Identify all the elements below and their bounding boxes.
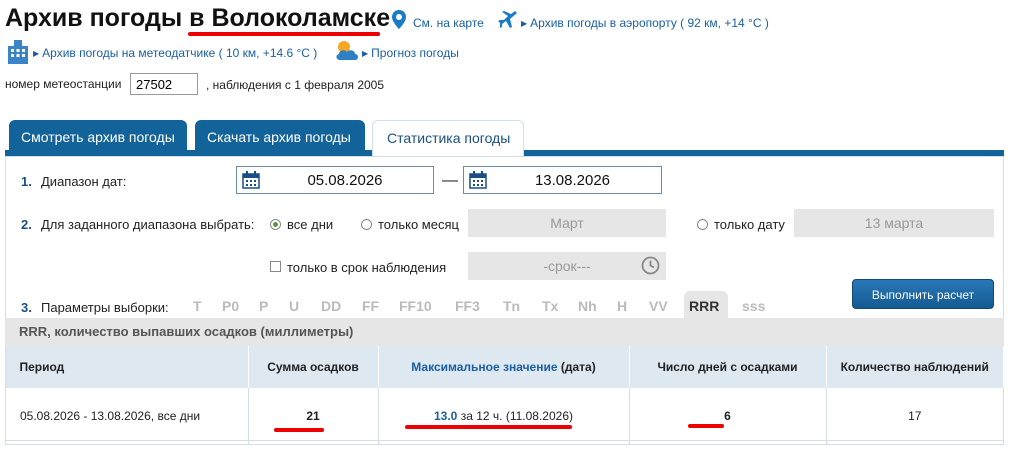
step-1-number: 1.	[21, 174, 32, 189]
observations-since: , наблюдения с 1 февраля 2005	[206, 78, 385, 92]
cell-period-text: 05.08.2026 - 13.08.2026, все дни	[20, 409, 201, 423]
airport-archive-link[interactable]: ▶ Архив погоды в аэропорту ( 92 км, +14 °…	[521, 16, 769, 30]
cell-sum: 21	[248, 388, 379, 445]
radio-only-date-label[interactable]: только дату	[714, 217, 785, 232]
date-to-field[interactable]: 13.08.2026	[463, 166, 662, 194]
sensor-archive-link-text: Архив погоды на метеодатчике ( 10 км, +1…	[42, 46, 318, 60]
param-vv[interactable]: VV	[649, 298, 668, 314]
triangle-right-icon: ▶	[33, 49, 40, 58]
col-sum: Сумма осадков	[248, 346, 379, 388]
step-3-number: 3.	[21, 300, 32, 315]
param-rrr[interactable]: RRR	[689, 298, 719, 314]
sun-cloud-icon	[336, 41, 358, 60]
radio-only-date[interactable]	[697, 219, 708, 230]
red-underline-title	[188, 32, 380, 36]
param-dd[interactable]: DD	[321, 298, 341, 314]
table-row: 05.08.2026 - 13.08.2026, все дни 21 13.0…	[5, 388, 1004, 445]
red-underline-sum	[274, 428, 324, 432]
map-link[interactable]: См. на карте	[413, 16, 484, 30]
col-max-suffix: (дата)	[560, 360, 596, 374]
cell-max: 13.0 за 12 ч. (11.08.2026)	[378, 388, 630, 445]
station-label: номер метеостанции	[5, 77, 122, 91]
station-number-input[interactable]	[130, 73, 198, 95]
col-max-label[interactable]: Максимальное значение	[411, 360, 557, 374]
forecast-link[interactable]: ▶ Прогноз погоды	[362, 46, 459, 60]
table-header-row: Период Сумма осадков Максимальное значен…	[5, 346, 1004, 388]
clock-icon	[641, 256, 660, 275]
radio-only-month[interactable]	[361, 219, 372, 230]
obs-time-select[interactable]: -срок---	[468, 252, 666, 280]
obs-time-value: -срок---	[543, 258, 591, 274]
airplane-icon	[498, 11, 517, 28]
radio-only-month-label[interactable]: только месяц	[378, 217, 459, 232]
airport-archive-link-text: Архив погоды в аэропорту ( 92 км, +14 °C…	[530, 16, 769, 30]
cell-period: 05.08.2026 - 13.08.2026, все дни	[5, 388, 249, 445]
date-from-field[interactable]: 05.08.2026	[236, 166, 434, 194]
param-p[interactable]: P	[259, 298, 268, 314]
cell-max-mid: за 12 ч.	[460, 409, 503, 423]
radio-all-days[interactable]	[270, 219, 281, 230]
param-ff10[interactable]: FF10	[399, 298, 432, 314]
radio-all-days-label[interactable]: все дни	[287, 217, 333, 232]
checkbox-obs-time-label[interactable]: только в срок наблюдения	[287, 260, 446, 275]
param-t[interactable]: T	[193, 298, 202, 314]
page-title: Архив погоды в Волоколамске	[5, 4, 390, 33]
cell-days: 6	[629, 388, 827, 445]
result-description: RRR, количество выпавших осадков (миллим…	[5, 318, 1004, 346]
param-ff[interactable]: FF	[362, 298, 379, 314]
result-table: Период Сумма осадков Максимальное значен…	[5, 346, 1004, 445]
forecast-link-text: Прогноз погоды	[371, 46, 459, 60]
col-count: Количество наблюдений	[826, 346, 1004, 388]
cell-count: 17	[826, 388, 1004, 445]
step-3-label: Параметры выборки:	[41, 300, 169, 315]
step-2-label: Для заданного диапазона выбрать:	[41, 217, 255, 232]
tab-download-archive[interactable]: Скачать архив погоды	[195, 120, 365, 156]
calculate-button[interactable]: Выполнить расчет	[852, 279, 994, 309]
param-p0[interactable]: P0	[222, 298, 239, 314]
sensor-archive-link[interactable]: ▶ Архив погоды на метеодатчике ( 10 км, +…	[33, 46, 317, 60]
tab-statistics[interactable]: Статистика погоды	[372, 120, 524, 157]
date-from-value: 05.08.2026	[307, 172, 383, 189]
month-select[interactable]: Март	[468, 209, 666, 237]
triangle-right-icon: ▶	[362, 49, 369, 58]
col-days: Число дней с осадками	[629, 346, 827, 388]
triangle-right-icon: ▶	[521, 19, 528, 28]
param-tn[interactable]: Tn	[503, 298, 520, 314]
param-sss[interactable]: sss	[742, 298, 765, 314]
cell-max-value[interactable]: 13.0	[434, 409, 457, 423]
param-u[interactable]: U	[289, 298, 299, 314]
date-select[interactable]: 13 марта	[794, 209, 994, 237]
title-city: в Волоколамске	[189, 4, 391, 32]
map-pin-icon[interactable]	[392, 10, 406, 29]
param-h[interactable]: H	[617, 298, 627, 314]
date-range-separator: —	[442, 172, 458, 189]
col-max: Максимальное значение (дата)	[378, 346, 630, 388]
col-period: Период	[5, 346, 249, 388]
checkbox-obs-time[interactable]	[270, 261, 281, 272]
red-underline-days	[688, 424, 724, 428]
param-nh[interactable]: Nh	[578, 298, 597, 314]
step-2-number: 2.	[21, 217, 32, 232]
title-prefix: Архив погоды	[5, 4, 183, 32]
param-tx[interactable]: Tx	[542, 298, 558, 314]
weather-station-icon	[8, 40, 28, 64]
step-1-label: Диапазон дат:	[41, 174, 127, 189]
cell-max-date: (11.08.2026)	[505, 409, 573, 423]
param-ff3[interactable]: FF3	[455, 298, 480, 314]
date-to-value: 13.08.2026	[534, 172, 611, 189]
red-underline-max	[405, 425, 572, 429]
tab-view-archive[interactable]: Смотреть архив погоды	[9, 120, 187, 156]
